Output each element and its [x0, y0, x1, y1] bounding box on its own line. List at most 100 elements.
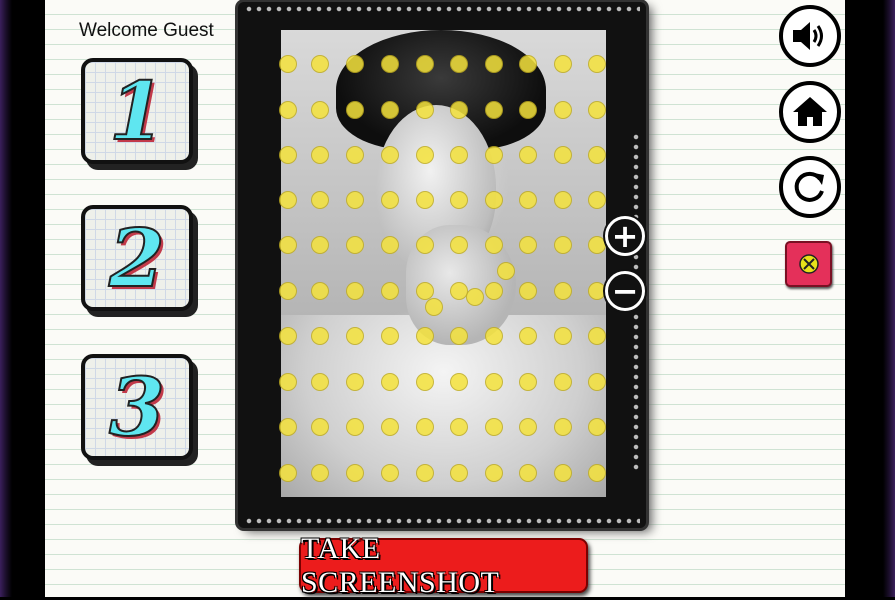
grid-dot[interactable]: [346, 373, 364, 391]
level-1-button[interactable]: 1: [81, 58, 199, 170]
grid-dot[interactable]: [381, 373, 399, 391]
grid-dot[interactable]: [554, 191, 572, 209]
grid-dot[interactable]: [485, 418, 503, 436]
grid-dot[interactable]: [450, 55, 468, 73]
grid-dot[interactable]: [311, 55, 329, 73]
grid-dot[interactable]: [311, 464, 329, 482]
grid-dot[interactable]: [519, 373, 537, 391]
grid-dot[interactable]: [416, 418, 434, 436]
grid-dot[interactable]: [381, 282, 399, 300]
grid-dot[interactable]: [346, 464, 364, 482]
close-button[interactable]: [785, 241, 832, 287]
grid-dot[interactable]: [519, 464, 537, 482]
grid-dot[interactable]: [519, 236, 537, 254]
grid-dot[interactable]: [519, 418, 537, 436]
grid-dot[interactable]: [588, 101, 606, 119]
grid-dot[interactable]: [311, 418, 329, 436]
grid-dot[interactable]: [485, 282, 503, 300]
grid-dot[interactable]: [346, 191, 364, 209]
grid-dot[interactable]: [554, 418, 572, 436]
zoom-out-button[interactable]: −: [605, 271, 645, 311]
grid-dot[interactable]: [279, 373, 297, 391]
grid-dot[interactable]: [311, 282, 329, 300]
grid-dot[interactable]: [279, 327, 297, 345]
grid-dot[interactable]: [381, 236, 399, 254]
grid-dot[interactable]: [588, 464, 606, 482]
grid-dot[interactable]: [381, 146, 399, 164]
level-2-button[interactable]: 2: [81, 205, 199, 317]
grid-dot[interactable]: [588, 146, 606, 164]
grid-dot[interactable]: [450, 101, 468, 119]
grid-dot[interactable]: [346, 418, 364, 436]
grid-dot[interactable]: [279, 464, 297, 482]
grid-dot[interactable]: [416, 236, 434, 254]
grid-dot[interactable]: [554, 101, 572, 119]
grid-dot[interactable]: [311, 101, 329, 119]
grid-dot[interactable]: [311, 236, 329, 254]
grid-dot[interactable]: [381, 464, 399, 482]
zoom-in-button[interactable]: +: [605, 216, 645, 256]
grid-dot[interactable]: [485, 236, 503, 254]
grid-dot[interactable]: [346, 55, 364, 73]
grid-dot[interactable]: [519, 146, 537, 164]
grid-dot[interactable]: [588, 236, 606, 254]
grid-dot[interactable]: [346, 236, 364, 254]
grid-dot[interactable]: [279, 236, 297, 254]
grid-dot[interactable]: [381, 418, 399, 436]
grid-dot[interactable]: [416, 55, 434, 73]
grid-dot[interactable]: [588, 373, 606, 391]
grid-dot[interactable]: [279, 101, 297, 119]
grid-dot[interactable]: [485, 327, 503, 345]
grid-dot[interactable]: [425, 298, 443, 316]
grid-dot[interactable]: [554, 327, 572, 345]
grid-dot[interactable]: [588, 418, 606, 436]
grid-dot[interactable]: [279, 146, 297, 164]
grid-dot[interactable]: [450, 327, 468, 345]
grid-dot[interactable]: [519, 55, 537, 73]
grid-dot[interactable]: [346, 101, 364, 119]
level-3-button[interactable]: 3: [81, 354, 199, 466]
grid-dot[interactable]: [346, 146, 364, 164]
grid-dot[interactable]: [450, 191, 468, 209]
grid-dot[interactable]: [554, 146, 572, 164]
grid-dot[interactable]: [450, 236, 468, 254]
grid-dot[interactable]: [279, 418, 297, 436]
grid-dot[interactable]: [554, 55, 572, 73]
grid-dot[interactable]: [588, 55, 606, 73]
grid-dot[interactable]: [485, 464, 503, 482]
grid-dot[interactable]: [279, 55, 297, 73]
grid-dot[interactable]: [311, 191, 329, 209]
grid-dot[interactable]: [554, 373, 572, 391]
grid-dot[interactable]: [279, 191, 297, 209]
grid-dot[interactable]: [381, 101, 399, 119]
grid-dot[interactable]: [519, 282, 537, 300]
dot-grid[interactable]: [279, 30, 606, 497]
grid-dot[interactable]: [381, 55, 399, 73]
grid-dot[interactable]: [485, 373, 503, 391]
grid-dot[interactable]: [416, 464, 434, 482]
grid-dot[interactable]: [279, 282, 297, 300]
grid-dot[interactable]: [485, 55, 503, 73]
grid-dot[interactable]: [311, 327, 329, 345]
grid-dot[interactable]: [450, 146, 468, 164]
grid-dot[interactable]: [450, 418, 468, 436]
grid-dot[interactable]: [519, 101, 537, 119]
home-button[interactable]: [779, 81, 841, 143]
grid-dot[interactable]: [485, 101, 503, 119]
grid-dot[interactable]: [466, 288, 484, 306]
grid-dot[interactable]: [416, 327, 434, 345]
sound-button[interactable]: [779, 5, 841, 67]
grid-dot[interactable]: [497, 262, 515, 280]
grid-dot[interactable]: [416, 146, 434, 164]
grid-dot[interactable]: [450, 464, 468, 482]
take-screenshot-button[interactable]: TAKE SCREENSHOT: [299, 532, 588, 599]
grid-dot[interactable]: [485, 191, 503, 209]
grid-dot[interactable]: [311, 373, 329, 391]
grid-dot[interactable]: [554, 236, 572, 254]
grid-dot[interactable]: [588, 282, 606, 300]
grid-dot[interactable]: [485, 146, 503, 164]
grid-dot[interactable]: [588, 327, 606, 345]
grid-dot[interactable]: [416, 191, 434, 209]
grid-dot[interactable]: [381, 191, 399, 209]
grid-dot[interactable]: [311, 146, 329, 164]
